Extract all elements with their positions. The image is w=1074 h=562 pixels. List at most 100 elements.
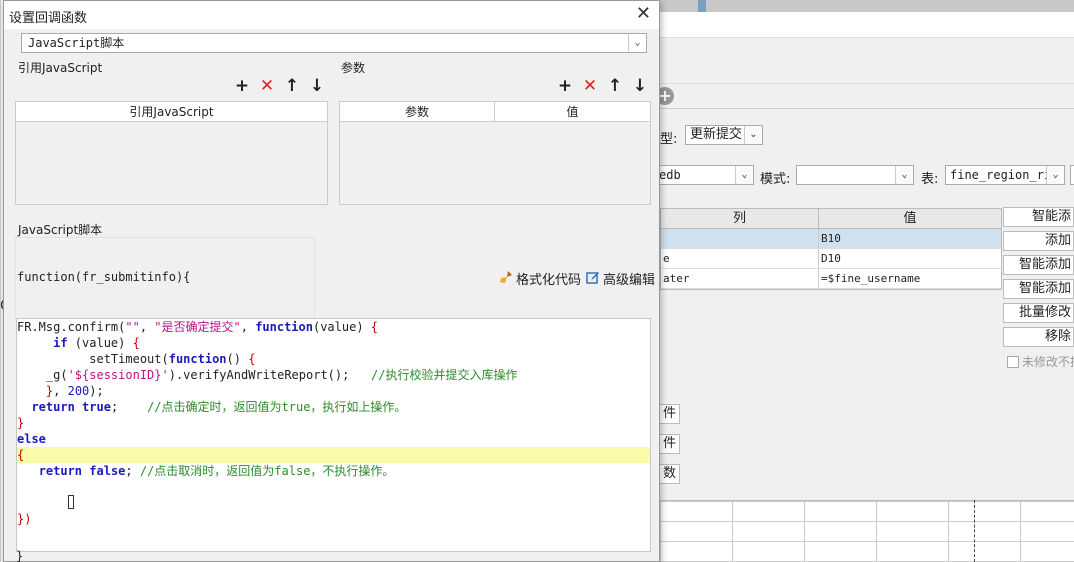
imports-header: 引用JavaScript bbox=[16, 102, 327, 122]
mode-label: 模式: bbox=[760, 172, 791, 187]
close-icon[interactable]: ✕ bbox=[636, 4, 651, 24]
report-grid[interactable] bbox=[660, 500, 1074, 562]
code-token: false bbox=[89, 464, 126, 478]
bg-panel bbox=[660, 12, 1074, 38]
table-row[interactable]: e D10 bbox=[661, 249, 1001, 269]
submit-type-value: 更新提交 bbox=[690, 127, 743, 142]
submit-type-select[interactable]: 更新提交 ⌄ bbox=[685, 125, 763, 145]
code-token: 200 bbox=[67, 384, 90, 398]
code-token: true bbox=[82, 400, 111, 414]
add-button[interactable]: 添加 bbox=[1003, 231, 1074, 251]
code-token: function bbox=[255, 320, 313, 334]
format-code-button[interactable]: 格式化代码 bbox=[498, 269, 581, 288]
table-row[interactable]: ater =$fine_username bbox=[661, 269, 1001, 289]
chevron-down-icon: ⌄ bbox=[895, 166, 913, 184]
brace-match-marker bbox=[67, 495, 74, 509]
table-label: 表: bbox=[921, 172, 939, 187]
imports-label: 引用JavaScript bbox=[18, 61, 103, 75]
code-token: } bbox=[17, 416, 25, 430]
chevron-down-icon: ⌄ bbox=[1046, 166, 1064, 184]
table-value: fine_region_rig bbox=[950, 168, 1059, 182]
code-line: }) bbox=[17, 511, 650, 527]
code-line: return false; //点击取消时，返回值为false，不执行操作。 bbox=[17, 463, 650, 479]
delete-import-icon[interactable]: ✕ bbox=[258, 77, 276, 95]
code-line bbox=[17, 495, 650, 511]
smart-add-button[interactable]: 智能添 bbox=[1003, 207, 1074, 227]
script-type-value: JavaScript脚本 bbox=[28, 36, 125, 50]
code-token: (value) bbox=[312, 320, 371, 334]
left-edge bbox=[0, 0, 1, 562]
submit-type-label: 型: bbox=[660, 132, 678, 147]
broom-icon bbox=[498, 270, 514, 288]
mode-select[interactable]: ⌄ bbox=[796, 165, 914, 185]
code-token: () bbox=[226, 352, 249, 366]
row-val: D10 bbox=[821, 252, 841, 265]
row-val: =$fine_username bbox=[821, 272, 921, 285]
code-token: , bbox=[139, 320, 155, 334]
remove-button[interactable]: 移除 bbox=[1003, 327, 1074, 347]
format-code-label: 格式化代码 bbox=[516, 273, 582, 288]
dialog-titlebar: 设置回调函数 ✕ bbox=[4, 1, 659, 29]
edit-icon bbox=[585, 270, 601, 288]
row-val: B10 bbox=[821, 232, 841, 245]
params-label: 参数 bbox=[341, 61, 366, 75]
advanced-edit-label: 高级编辑 bbox=[603, 273, 656, 288]
column-header: 列 bbox=[661, 209, 819, 228]
table-select[interactable]: fine_region_rig ⌄ bbox=[945, 165, 1065, 185]
batch-edit-button[interactable]: 批量修改 bbox=[1003, 303, 1074, 323]
code-token: //执行校验并提交入库操作 bbox=[371, 368, 518, 382]
code-token: _g( bbox=[17, 368, 68, 382]
value-header: 值 bbox=[903, 211, 917, 226]
bg-panel bbox=[660, 38, 1074, 84]
smart-add-button[interactable]: 智能添加 bbox=[1003, 255, 1074, 275]
row-col: ater bbox=[661, 269, 819, 288]
chevron-down-icon: ⌄ bbox=[744, 126, 762, 144]
code-token: return bbox=[31, 400, 75, 414]
code-token: function bbox=[168, 352, 227, 366]
code-token: { bbox=[248, 352, 256, 366]
top-strip bbox=[660, 0, 1074, 12]
checkbox-box[interactable] bbox=[1007, 356, 1019, 368]
code-editor[interactable]: FR.Msg.confirm("", "是否确定提交", function(va… bbox=[16, 318, 651, 552]
code-token: , bbox=[240, 320, 256, 334]
param-name-column: 参数 bbox=[340, 102, 495, 121]
checkbox-label: 未修改不提 bbox=[1022, 355, 1074, 369]
script-type-select[interactable]: JavaScript脚本 ⌄ bbox=[21, 33, 647, 53]
code-token: '${sessionID}' bbox=[67, 368, 169, 382]
row-col: e bbox=[661, 249, 819, 268]
code-line: _g('${sessionID}').verifyAndWriteReport(… bbox=[17, 367, 650, 383]
chevron-down-icon: ⌄ bbox=[628, 34, 646, 52]
code-line: setTimeout(function() { bbox=[17, 351, 650, 367]
imports-column: 引用JavaScript bbox=[129, 105, 214, 119]
add-import-icon[interactable]: + bbox=[233, 77, 251, 95]
imports-list[interactable]: 引用JavaScript bbox=[15, 101, 328, 205]
database-value: edb bbox=[659, 168, 681, 182]
dialog-title: 设置回调函数 bbox=[9, 11, 88, 26]
code-token: ; bbox=[125, 464, 140, 478]
closing-brace: } bbox=[16, 549, 24, 562]
code-token: (value) bbox=[67, 336, 133, 350]
params-list[interactable]: 参数 值 bbox=[339, 101, 651, 205]
smart-add-button[interactable]: 智能添加 bbox=[1003, 279, 1074, 299]
row-col bbox=[661, 229, 819, 248]
page-break-line bbox=[974, 500, 975, 562]
extra-field[interactable] bbox=[1070, 165, 1074, 185]
unmodified-checkbox[interactable]: 未修改不提 bbox=[1007, 353, 1074, 370]
move-down-import-icon[interactable]: ↓ bbox=[308, 77, 326, 95]
advanced-edit-button[interactable]: 高级编辑 bbox=[585, 269, 655, 288]
add-param-icon[interactable]: + bbox=[556, 77, 574, 95]
move-down-param-icon[interactable]: ↓ bbox=[631, 77, 649, 95]
code-token: ); bbox=[89, 384, 104, 398]
move-up-import-icon[interactable]: ↑ bbox=[283, 77, 301, 95]
delete-param-icon[interactable]: ✕ bbox=[581, 77, 599, 95]
table-row[interactable]: B10 bbox=[661, 229, 1001, 249]
database-select[interactable]: edb ⌄ bbox=[654, 165, 754, 185]
move-up-param-icon[interactable]: ↑ bbox=[606, 77, 624, 95]
code-token: //点击取消时，返回值为false，不执行操作。 bbox=[139, 464, 395, 478]
code-token: if bbox=[53, 336, 68, 350]
